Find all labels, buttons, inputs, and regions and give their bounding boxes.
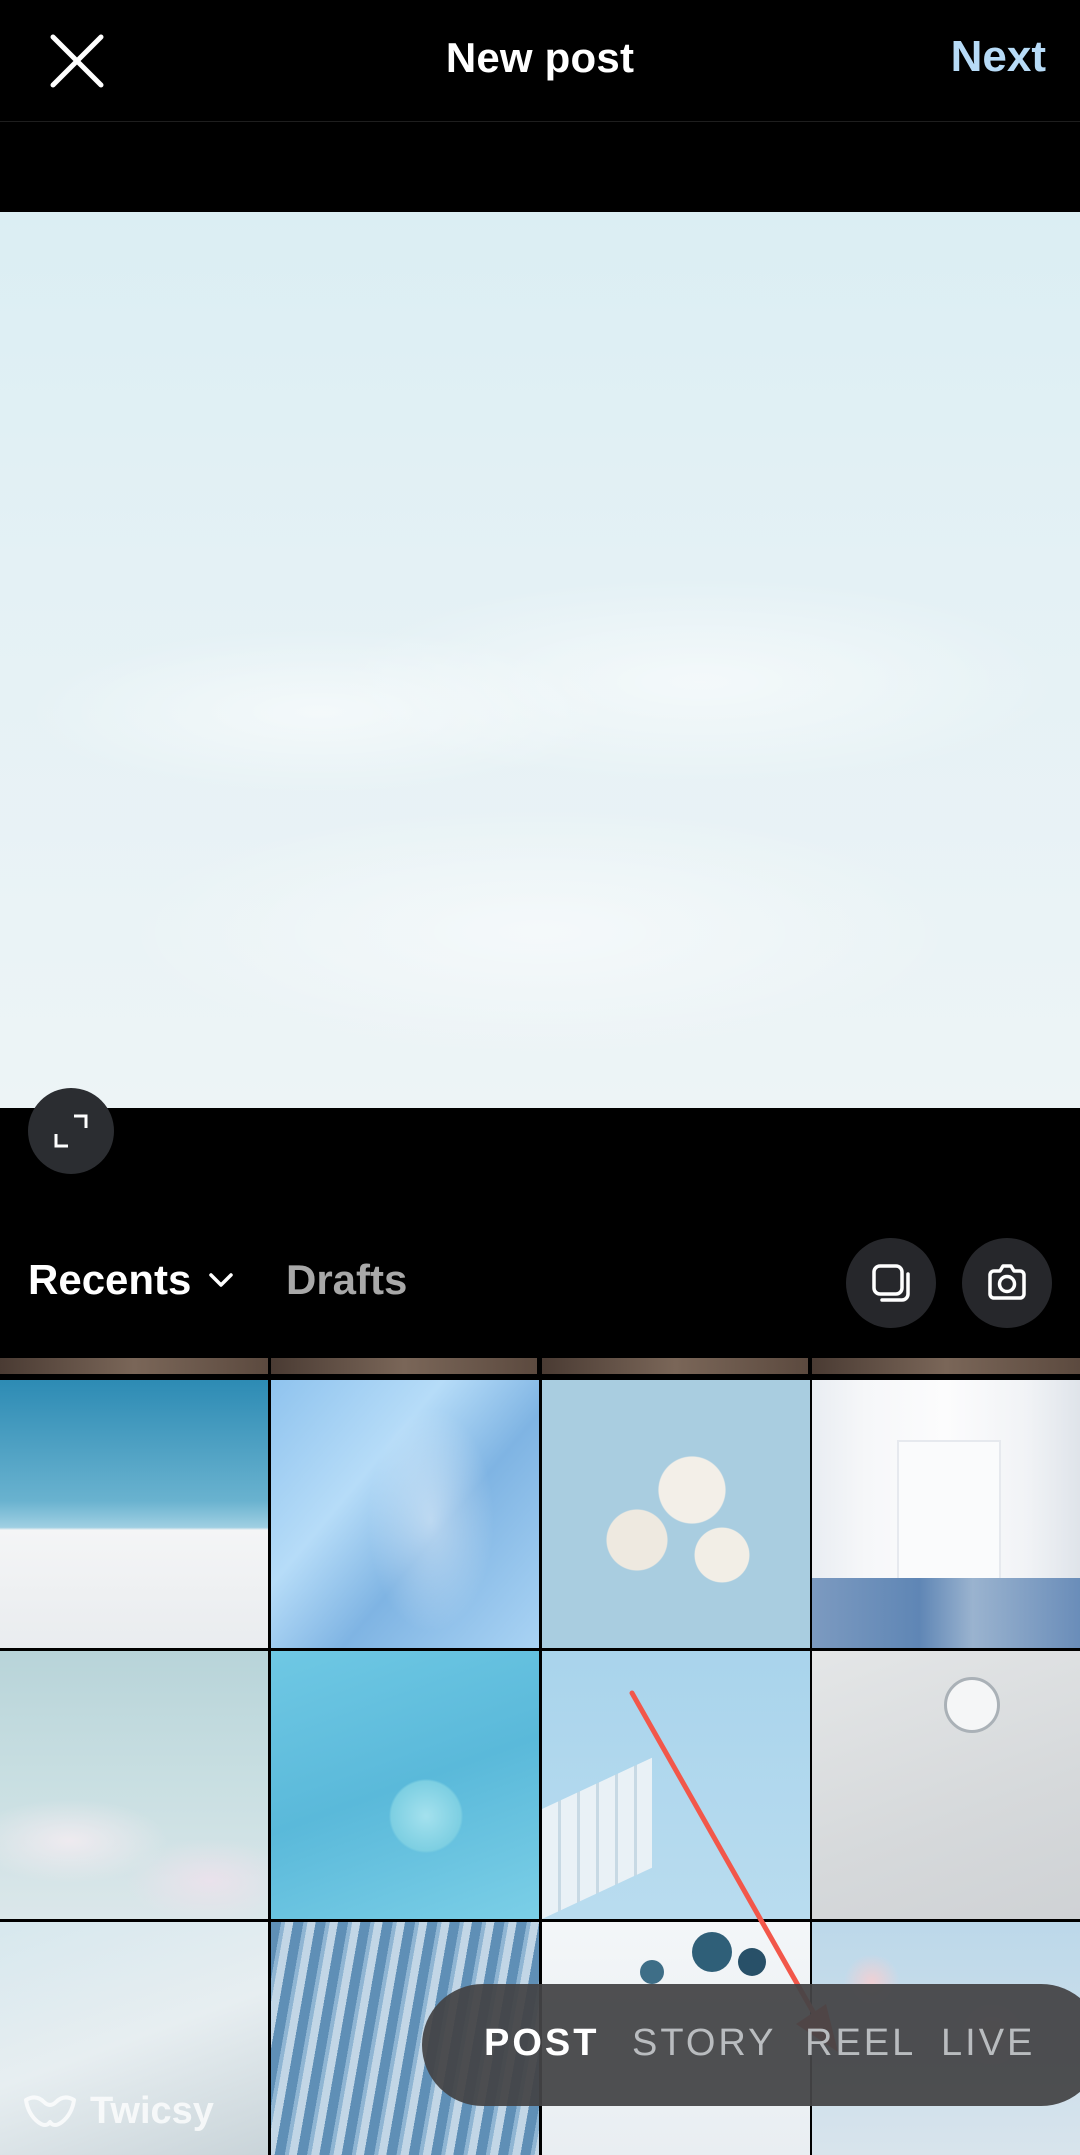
gallery-thumbnail[interactable] (812, 1651, 1080, 1919)
page-title: New post (445, 34, 635, 81)
gallery-thumbnail-partial[interactable] (271, 1358, 537, 1374)
selected-photo-preview[interactable] (0, 212, 1080, 1108)
select-multiple-button[interactable] (846, 1238, 936, 1328)
next-button[interactable]: Next (951, 32, 1046, 82)
top-bar: New post Next (0, 0, 1080, 122)
mode-live-tab[interactable]: LIVE (941, 2022, 1035, 2065)
multi-select-icon (872, 1264, 910, 1302)
chevron-down-icon (209, 1273, 234, 1287)
gallery-thumbnail[interactable] (812, 1380, 1080, 1648)
mode-post-tab[interactable]: POST (484, 2022, 599, 2065)
album-selector[interactable]: Recents (28, 1256, 235, 1304)
gallery-thumbnail[interactable] (0, 1651, 268, 1919)
gallery-thumbnail[interactable] (542, 1651, 810, 1919)
watermark-text: Twicsy (90, 2090, 214, 2132)
mode-story-tab[interactable]: STORY (632, 2022, 777, 2065)
mode-switcher: POST STORY REEL LIVE (422, 1984, 1080, 2106)
gallery-thumbnail-partial[interactable] (0, 1358, 268, 1374)
drafts-tab[interactable]: Drafts (286, 1256, 407, 1304)
expand-button[interactable] (28, 1088, 114, 1174)
gallery-thumbnail-partial[interactable] (812, 1358, 1080, 1374)
mode-reel-tab[interactable]: REEL (805, 2022, 916, 2065)
twicsy-logo-icon (24, 2094, 76, 2127)
camera-icon (988, 1264, 1026, 1300)
expand-icon (54, 1114, 88, 1148)
gallery-thumbnail[interactable] (0, 1380, 268, 1648)
clock-icon (944, 1677, 1000, 1733)
album-label: Recents (28, 1256, 192, 1303)
gallery-toolbar: Recents Drafts (0, 1230, 1080, 1334)
gallery-thumbnail[interactable] (271, 1651, 539, 1919)
camera-button[interactable] (962, 1238, 1052, 1328)
watermark: Twicsy (22, 2090, 214, 2133)
gallery-thumbnail-partial[interactable] (542, 1358, 808, 1374)
gallery-thumbnail[interactable] (271, 1380, 539, 1648)
gallery-thumbnail[interactable] (542, 1380, 810, 1648)
